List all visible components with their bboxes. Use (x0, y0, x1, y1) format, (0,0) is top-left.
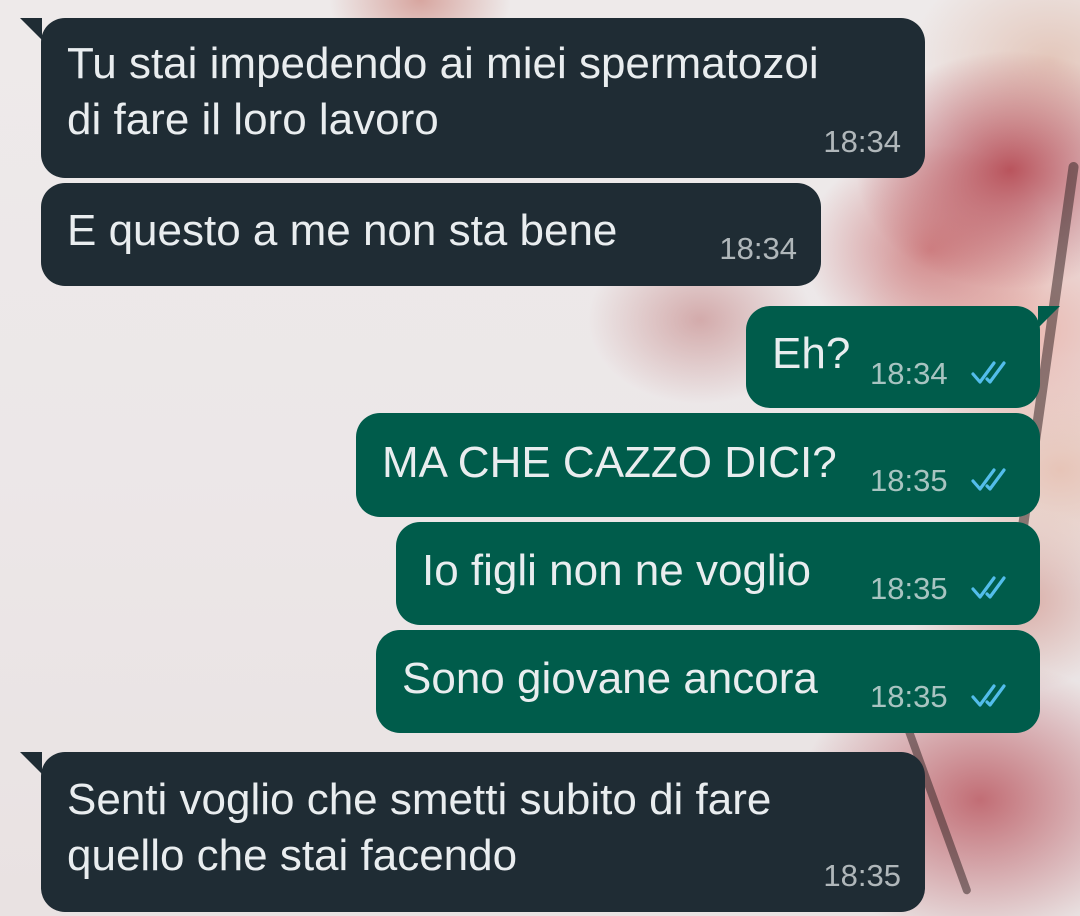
double-check-icon (971, 361, 1006, 384)
outgoing-message[interactable]: Eh? 18:34 (746, 306, 1040, 408)
outgoing-message[interactable]: Io figli non ne voglio 18:35 (396, 522, 1040, 625)
message-text: Tu stai impedendo ai miei spermatozoi (67, 39, 819, 88)
bubble-tail (20, 18, 42, 40)
message-timestamp: 18:34 (719, 231, 797, 266)
message-text: di fare il loro lavoro (67, 95, 439, 144)
outgoing-message[interactable]: Sono giovane ancora 18:35 (376, 630, 1040, 733)
message-text: Senti voglio che smetti subito di fare (67, 775, 772, 824)
message-timestamp: 18:35 (870, 463, 948, 498)
message-timestamp: 18:34 (823, 124, 901, 159)
bubble-tail (20, 752, 42, 774)
message-text: E questo a me non sta bene (67, 206, 618, 255)
double-check-icon (971, 576, 1006, 599)
message-timestamp: 18:34 (870, 356, 948, 391)
message-timestamp: 18:35 (823, 858, 901, 893)
bubble-tail (1038, 306, 1060, 328)
message-text: Eh? (772, 329, 851, 378)
double-check-icon (971, 468, 1006, 491)
incoming-message[interactable]: Tu stai impedendo ai miei spermatozoi di… (41, 18, 925, 178)
message-text: Sono giovane ancora (402, 654, 818, 703)
message-timestamp: 18:35 (870, 679, 948, 714)
message-text: quello che stai facendo (67, 831, 518, 880)
incoming-message[interactable]: Senti voglio che smetti subito di fare q… (41, 752, 925, 912)
message-timestamp: 18:35 (870, 571, 948, 606)
outgoing-message[interactable]: MA CHE CAZZO DICI? 18:35 (356, 413, 1040, 517)
message-text: Io figli non ne voglio (422, 546, 811, 595)
double-check-icon (971, 684, 1006, 707)
message-text: MA CHE CAZZO DICI? (382, 438, 837, 487)
incoming-message[interactable]: E questo a me non sta bene 18:34 (41, 183, 821, 286)
